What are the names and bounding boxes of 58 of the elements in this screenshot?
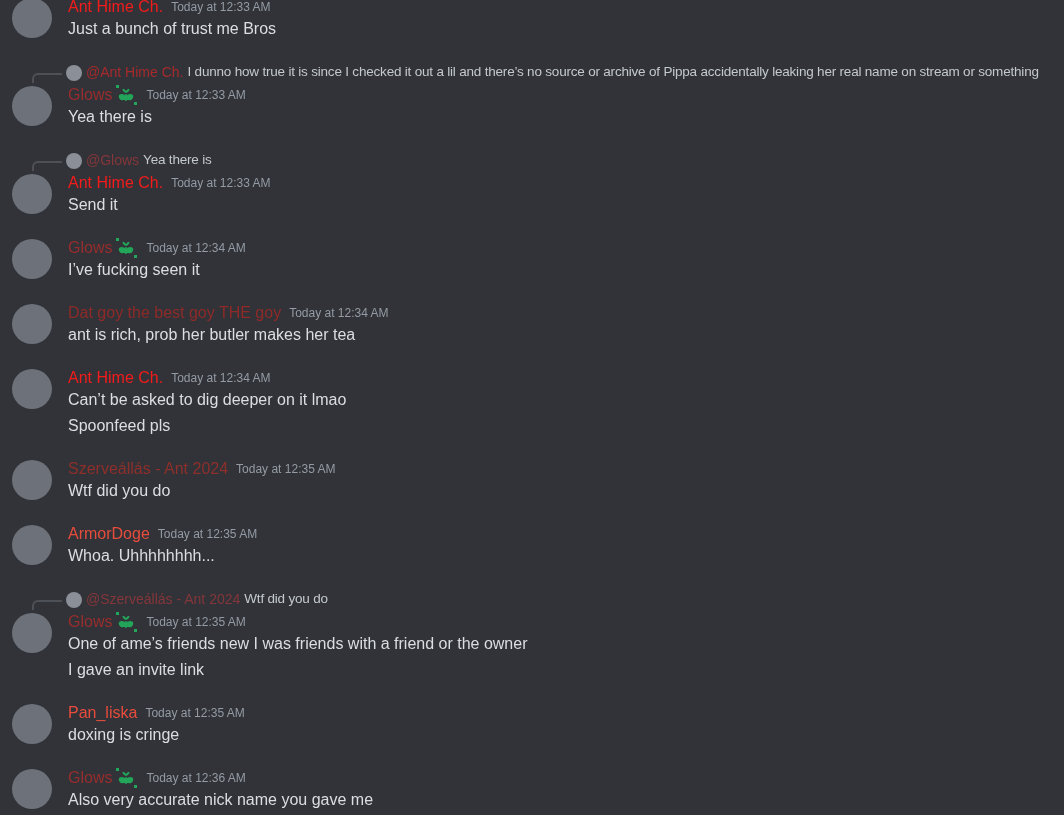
- author-name[interactable]: Glows: [68, 83, 113, 107]
- reply-author[interactable]: @Szerveállás - Ant 2024: [86, 589, 241, 610]
- reply-spine: [32, 72, 62, 83]
- author-name[interactable]: Dat goy the best goy THE goy: [68, 301, 282, 325]
- message-text: Wtf did you do: [68, 481, 172, 501]
- avatar[interactable]: [12, 525, 52, 565]
- avatar[interactable]: [12, 304, 52, 344]
- author-name[interactable]: Glows: [68, 610, 113, 634]
- author-name[interactable]: Ant Hime Ch.: [68, 0, 164, 19]
- avatar[interactable]: [12, 174, 52, 214]
- message-text: Whoa. Uhhhhhhhh...: [68, 546, 216, 566]
- message-text: Can’t be asked to dig deeper on it lmao: [68, 390, 347, 410]
- message-text: I’ve fucking seen it: [68, 260, 201, 280]
- reply-author[interactable]: @Ant Hime Ch.: [86, 62, 184, 83]
- reply-text[interactable]: Yea there is: [143, 150, 212, 171]
- reply-author[interactable]: @Glows: [86, 150, 140, 171]
- avatar[interactable]: [12, 239, 52, 279]
- author-name[interactable]: Glows: [68, 766, 113, 790]
- timestamp: Today at 12:34 AM: [289, 305, 389, 322]
- avatar-icon: [66, 64, 82, 81]
- message-text: One of ame’s friends new I was friends with a friend or the owner: [68, 634, 528, 654]
- timestamp: Today at 12:36 AM: [146, 770, 246, 787]
- message-text: Just a bunch of trust me Bros: [68, 19, 277, 39]
- timestamp: Today at 12:33 AM: [146, 87, 246, 104]
- avatar[interactable]: [12, 0, 52, 38]
- avatar[interactable]: [12, 613, 52, 653]
- avatar[interactable]: [12, 769, 52, 809]
- avatar[interactable]: [12, 86, 52, 126]
- timestamp: Today at 12:34 AM: [146, 240, 246, 257]
- reply-text[interactable]: Wtf did you do: [244, 589, 328, 610]
- timestamp: Today at 12:35 AM: [146, 614, 246, 631]
- author-name[interactable]: Ant Hime Ch.: [68, 366, 164, 390]
- timestamp: Today at 12:35 AM: [157, 526, 258, 543]
- avatar-icon: [66, 152, 82, 169]
- timestamp: Today at 12:34 AM: [171, 370, 271, 387]
- timestamp: Today at 12:33 AM: [171, 175, 271, 192]
- message-text: doxing is cringe: [68, 725, 181, 745]
- message-text: ant is rich, prob her butler makes her tea: [68, 325, 357, 345]
- avatar-icon: [66, 591, 82, 608]
- reply-spine: [32, 599, 62, 610]
- reply-spine: [32, 160, 62, 171]
- author-name[interactable]: ArmorDoge: [68, 522, 150, 546]
- timestamp: Today at 12:33 AM: [171, 0, 271, 16]
- author-name[interactable]: Szerveállás - Ant 2024: [68, 457, 229, 481]
- author-name[interactable]: Ant Hime Ch.: [68, 171, 164, 195]
- message-text: Yea there is: [68, 107, 153, 127]
- author-name[interactable]: Pan_liska: [68, 701, 138, 725]
- timestamp: Today at 12:35 AM: [236, 461, 336, 478]
- avatar[interactable]: [12, 704, 52, 744]
- message-text: I gave an invite link: [68, 660, 206, 680]
- message-text: Also very accurate nick name you gave me: [68, 790, 374, 810]
- message-text: Send it: [68, 195, 119, 215]
- author-name[interactable]: Glows: [68, 236, 113, 260]
- reply-text[interactable]: I dunno how true it is since I checked it out a lil and there’s no source or archive of Pippa accidentally leaking her real name on stream or something: [187, 62, 1039, 83]
- avatar[interactable]: [12, 460, 52, 500]
- avatar[interactable]: [12, 369, 52, 409]
- timestamp: Today at 12:35 AM: [145, 705, 245, 722]
- message-text: Spoonfeed pls: [68, 416, 172, 436]
